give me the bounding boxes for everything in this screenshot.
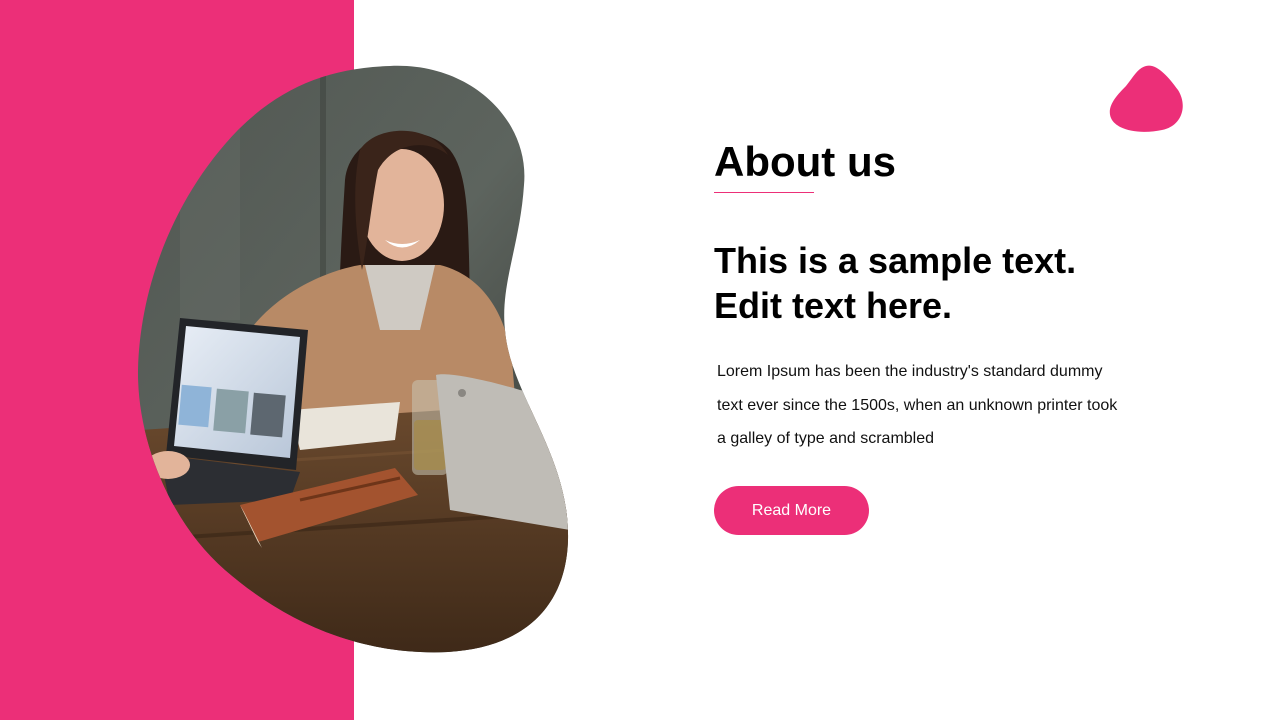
- body-line-2: text ever since the 1500s, when an unkno…: [717, 396, 1118, 414]
- read-more-button[interactable]: Read More: [714, 486, 869, 535]
- headline-line-2: Edit text here.: [714, 285, 953, 326]
- headline-line-1: This is a sample text.: [714, 240, 1077, 281]
- body-paragraph: Lorem Ipsum has been the industry's stan…: [717, 355, 1167, 456]
- section-title: About us: [714, 138, 896, 185]
- title-underline: [714, 192, 814, 193]
- body-line-1: Lorem Ipsum has been the industry's stan…: [717, 363, 1103, 380]
- body-line-3: a galley of type and scrambled: [717, 430, 935, 447]
- headline: This is a sample text. Edit text here.: [714, 238, 1076, 328]
- decorative-blob-shape: [1109, 65, 1183, 132]
